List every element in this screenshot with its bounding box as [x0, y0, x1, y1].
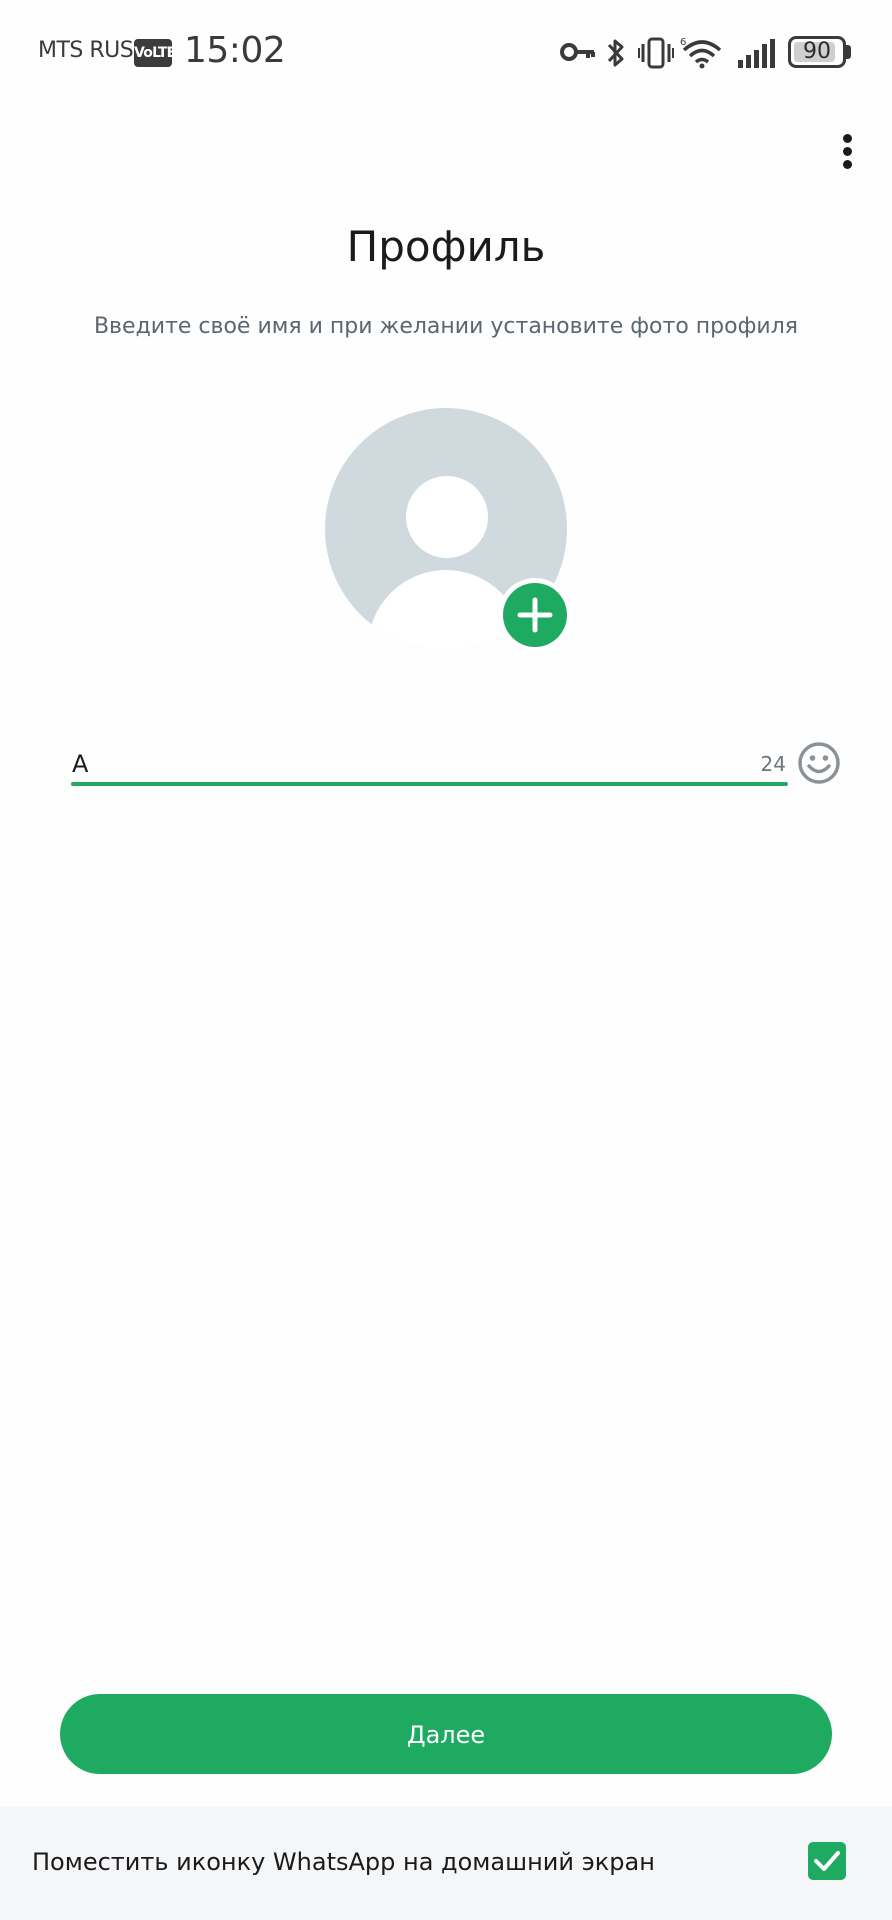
- carrier-name: MTS RUS: [38, 38, 134, 63]
- page-title: Профиль: [346, 222, 546, 271]
- next-button[interactable]: Далее: [60, 1694, 832, 1774]
- home-shortcut-bar: Поместить иконку WhatsApp на домашний эк…: [0, 1806, 892, 1920]
- battery-cap: [846, 45, 851, 59]
- signal-icon: [738, 39, 775, 68]
- add-photo-button[interactable]: [498, 578, 572, 652]
- plus-icon: [517, 597, 553, 633]
- battery-icon: 90: [788, 36, 846, 68]
- volte-badge: VoLTE: [134, 39, 176, 67]
- name-input-underline: [71, 782, 788, 786]
- page-subtitle: Введите своё имя и при желании установит…: [93, 314, 799, 339]
- more-options-icon[interactable]: [828, 126, 868, 176]
- status-time: 15:02: [184, 30, 286, 71]
- status-bar: MTS RUS VoLTE 15:02 6 90: [0, 0, 892, 106]
- home-shortcut-checkbox[interactable]: [808, 1842, 846, 1880]
- home-shortcut-label: Поместить иконку WhatsApp на домашний эк…: [32, 1848, 655, 1876]
- vibrate-icon: [638, 37, 674, 69]
- bluetooth-icon: [607, 39, 624, 67]
- avatar-head-shape: [406, 476, 488, 558]
- svg-text:6: 6: [680, 37, 686, 48]
- name-input[interactable]: [72, 746, 722, 782]
- wifi-6-icon: 6: [680, 37, 722, 69]
- key-icon: [560, 43, 595, 61]
- checkmark-icon: [814, 1851, 840, 1871]
- char-counter: 24: [760, 752, 786, 776]
- emoji-icon[interactable]: [796, 740, 842, 786]
- battery-percent: 90: [803, 39, 831, 64]
